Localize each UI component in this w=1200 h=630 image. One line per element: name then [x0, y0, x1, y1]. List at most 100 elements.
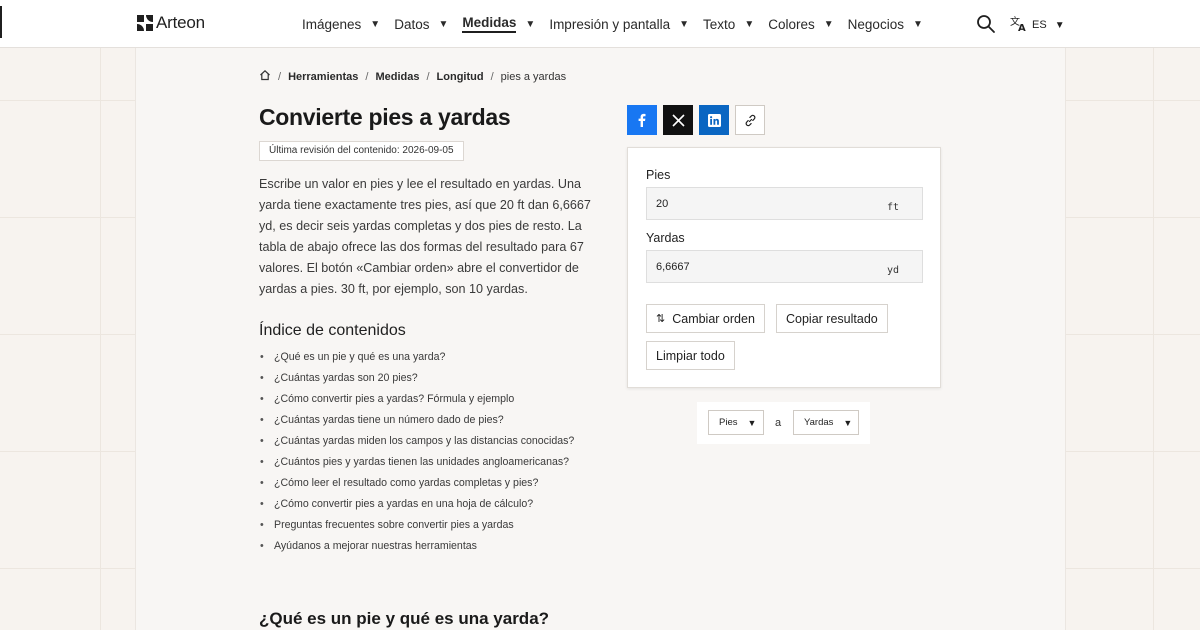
site-header: Arteon Imágenes ▼ Datos ▼ Medidas ▼ Impresi…	[0, 0, 1200, 48]
feet-value: 20	[656, 198, 669, 210]
from-label: Pies	[646, 168, 671, 182]
bullet: •	[260, 414, 264, 426]
caret-down-icon: ▼	[679, 18, 690, 30]
caret-down-icon: ▼	[747, 417, 757, 428]
caret-down-icon: ▼	[843, 417, 853, 428]
breadcrumb-separator: /	[365, 70, 369, 83]
arteon-logo-icon	[137, 15, 153, 31]
caret-down-icon: ▼	[438, 18, 449, 30]
toc-item[interactable]: • ¿Cuántas yardas tiene un número dado de…	[260, 414, 574, 435]
facebook-icon[interactable]	[627, 105, 657, 135]
brand-name: Arteon	[156, 13, 205, 32]
feet-input[interactable]: 20 ft	[646, 187, 923, 220]
nav-item-negocios[interactable]: Negocios ▼	[848, 17, 923, 32]
toc-item[interactable]: • Ayúdanos a mejorar nuestras herramienta…	[260, 540, 574, 561]
toc-item[interactable]: • ¿Cuántas yardas son 20 pies?	[260, 372, 574, 393]
yards-value: 6,6667	[656, 261, 690, 273]
toc-item[interactable]: • ¿Cómo convertir pies a yardas en una ho…	[260, 498, 574, 519]
caret-down-icon: ▼	[823, 18, 834, 30]
toc-item[interactable]: • ¿Qué es un pie y qué es una yarda?	[260, 351, 574, 372]
breadcrumb-herramientas[interactable]: Herramientas	[288, 71, 358, 83]
caret-down-icon: ▼	[525, 18, 536, 30]
nav-item-datos[interactable]: Datos ▼	[394, 17, 448, 32]
translate-icon: 文A	[1010, 15, 1027, 35]
breadcrumb-longitud[interactable]: Longitud	[437, 71, 484, 83]
from-unit-select[interactable]: Pies ▼	[708, 410, 764, 435]
bullet: •	[260, 393, 264, 405]
nav-item-colores[interactable]: Colores ▼	[768, 17, 833, 32]
to-unit-select[interactable]: Yardas ▼	[793, 410, 859, 435]
svg-text:A: A	[1018, 23, 1026, 32]
caret-down-icon: ▼	[1054, 19, 1065, 31]
nav-item-medidas[interactable]: Medidas ▼	[462, 15, 535, 33]
toc-item-label: Preguntas frecuentes sobre convertir pie…	[274, 519, 514, 531]
swap-label: Cambiar orden	[672, 311, 755, 326]
nav-item-imagenes[interactable]: Imágenes ▼	[302, 17, 380, 32]
x-icon[interactable]	[663, 105, 693, 135]
swap-icon: ⇅	[656, 313, 666, 325]
toc-item[interactable]: • ¿Cómo convertir pies a yardas? Fórmula …	[260, 393, 574, 414]
breadcrumb-separator: /	[278, 70, 282, 83]
swap-button[interactable]: ⇅ Cambiar orden	[646, 304, 765, 333]
nav-item-texto[interactable]: Texto ▼	[703, 17, 754, 32]
toc-item[interactable]: • Preguntas frecuentes sobre convertir pi…	[260, 519, 574, 540]
toc-item[interactable]: • ¿Cómo leer el resultado como yardas com…	[260, 477, 574, 498]
linkedin-icon[interactable]	[699, 105, 729, 135]
table-of-contents: • ¿Qué es un pie y qué es una yarda? • ¿Cu…	[260, 351, 574, 561]
breadcrumb-separator: /	[426, 70, 430, 83]
toc-item-label: Ayúdanos a mejorar nuestras herramientas	[274, 540, 477, 552]
toc-item[interactable]: • ¿Cuántas yardas miden los campos y las …	[260, 435, 574, 456]
intro-paragraph: Escribe un valor en pies y lee el result…	[259, 177, 591, 296]
toc-item-label: ¿Cómo convertir pies a yardas? Fórmula y…	[274, 393, 515, 405]
home-icon[interactable]	[259, 69, 271, 84]
clear-all-button[interactable]: Limpiar todo	[646, 341, 735, 370]
bullet: •	[260, 435, 264, 447]
breadcrumb-medidas[interactable]: Medidas	[375, 71, 419, 83]
toc-item-label: ¿Cuántas yardas son 20 pies?	[274, 372, 418, 384]
bullet: •	[260, 498, 264, 510]
brand-logo[interactable]: Arteon	[137, 13, 205, 33]
nav-label: Colores	[768, 16, 815, 32]
page-title: Convierte pies a yardas	[259, 104, 511, 130]
nav-item-impresion[interactable]: Impresión y pantalla ▼	[549, 17, 689, 32]
toc-item-label: ¿Cómo convertir pies a yardas en una hoj…	[274, 498, 534, 510]
share-bar	[627, 105, 771, 135]
breadcrumb-current: pies a yardas	[500, 70, 567, 83]
toc-item-label: ¿Cuántas yardas miden los campos y las d…	[274, 435, 575, 447]
link-icon[interactable]	[735, 105, 765, 135]
yards-input[interactable]: 6,6667 yd	[646, 250, 923, 283]
nav-label: Texto	[703, 16, 736, 32]
bullet: •	[260, 456, 264, 468]
language-code: ES	[1032, 19, 1047, 31]
toc-item[interactable]: • ¿Cuántos pies y yardas tienen las unida…	[260, 456, 574, 477]
caret-down-icon: ▼	[744, 18, 755, 30]
revision-badge: Última revisión del contenido: 2026-09-0…	[259, 141, 464, 161]
toc-item-label: ¿Cuántos pies y yardas tienen las unidad…	[274, 456, 570, 468]
feet-unit: ft	[886, 202, 899, 213]
window-edge	[0, 6, 2, 38]
unit-selector-bar: Pies ▼ a Yardas ▼	[697, 402, 870, 444]
toc-heading: Índice de contenidos	[259, 322, 406, 339]
bullet: •	[260, 372, 264, 384]
bullet: •	[260, 351, 264, 363]
caret-down-icon: ▼	[370, 18, 381, 30]
nav-label: Medidas	[462, 15, 517, 33]
main-nav: Imágenes ▼ Datos ▼ Medidas ▼ Impresión y pa…	[302, 0, 937, 48]
yards-unit: yd	[886, 265, 899, 276]
caret-down-icon: ▼	[912, 18, 923, 30]
toc-item-label: ¿Cómo leer el resultado como yardas comp…	[274, 477, 539, 489]
to-unit-value: Yardas	[804, 417, 834, 428]
toc-item-label: ¿Cuántas yardas tiene un número dado de …	[274, 414, 504, 426]
search-icon[interactable]	[976, 14, 996, 34]
to-label: Yardas	[646, 231, 685, 245]
breadcrumb: / Herramientas / Medidas / Longitud / pi…	[259, 69, 566, 84]
nav-label: Negocios	[847, 16, 904, 32]
converter-panel: Pies 20 ft Yardas 6,6667 yd ⇅ Cambiar or…	[627, 147, 941, 388]
from-unit-value: Pies	[719, 417, 738, 428]
section-heading: ¿Qué es un pie y qué es una yarda?	[259, 609, 550, 628]
language-selector[interactable]: 文A ES ▼	[1010, 15, 1065, 35]
copy-result-button[interactable]: Copiar resultado	[776, 304, 888, 333]
bullet: •	[260, 519, 264, 531]
bullet: •	[260, 540, 264, 552]
unit-connector: a	[775, 417, 782, 429]
